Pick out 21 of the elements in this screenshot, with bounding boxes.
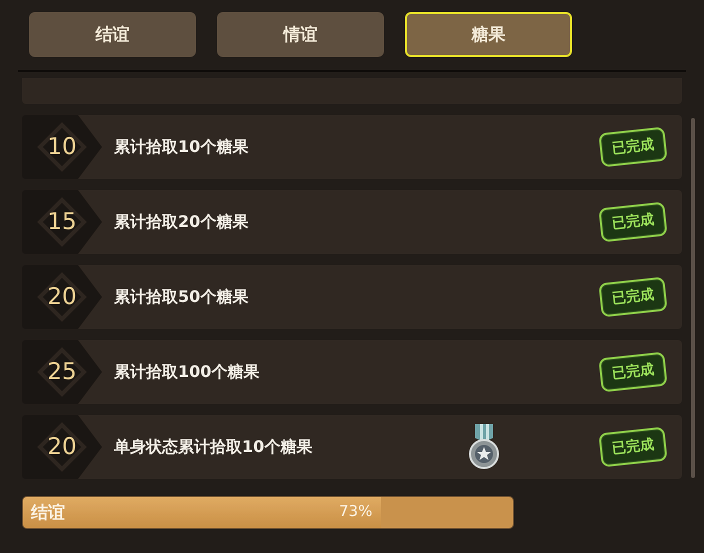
task-text: 单身状态累计拾取10个糖果 [114, 436, 314, 458]
progress-label: 结谊 [31, 502, 65, 524]
task-text: 累计拾取10个糖果 [114, 136, 250, 158]
completed-stamp: 已完成 [598, 426, 668, 468]
points-value: 25 [46, 359, 78, 385]
completed-stamp: 已完成 [598, 352, 668, 392]
task-text: 累计拾取20个糖果 [114, 212, 250, 232]
completed-stamp: 已完成 [598, 126, 668, 168]
completed-stamp: 已完成 [598, 276, 668, 318]
tab[interactable]: 情谊 [217, 12, 384, 57]
tab[interactable]: 糖果 [405, 12, 572, 57]
points-value: 20 [46, 284, 78, 310]
task-text: 累计拾取50个糖果 [114, 286, 250, 308]
scrollbar[interactable] [691, 118, 695, 478]
points-value: 10 [46, 134, 78, 160]
points-value: 20 [46, 434, 78, 460]
tab[interactable]: 结谊 [29, 12, 196, 57]
points-value: 15 [46, 209, 78, 235]
progress-reading: 73% [339, 502, 372, 520]
task-text: 累计拾取100个糖果 [114, 362, 260, 382]
completed-stamp: 已完成 [598, 202, 668, 242]
